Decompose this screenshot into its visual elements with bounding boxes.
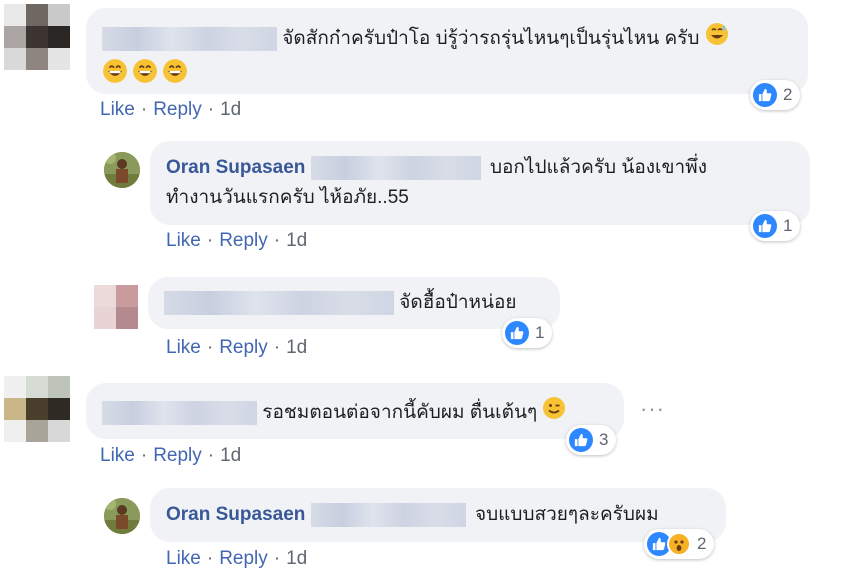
reaction-summary[interactable]: 1 bbox=[750, 211, 801, 241]
wow-icon bbox=[667, 532, 691, 556]
like-link[interactable]: Like bbox=[166, 548, 201, 569]
comment-actions: Like · Reply · 1d bbox=[100, 445, 242, 466]
comment-text: ทำงานวันแรกครับ ไห้อภัย..55 bbox=[166, 187, 409, 208]
avatar[interactable] bbox=[104, 498, 140, 534]
grinning-emoji bbox=[162, 58, 188, 94]
reaction-summary[interactable]: 1 bbox=[502, 318, 553, 348]
comment-bubble: จัดสักก๋าครับป๋าโอ บ่รู้ว่ารถรุ่นไหนๆเป็… bbox=[86, 8, 808, 94]
like-icon bbox=[569, 428, 593, 452]
like-icon bbox=[505, 321, 529, 345]
comment-actions: Like · Reply · 1d bbox=[100, 99, 242, 120]
reply-link[interactable]: Reply bbox=[153, 445, 202, 466]
timestamp[interactable]: 1d bbox=[286, 230, 307, 251]
timestamp[interactable]: 1d bbox=[220, 99, 241, 120]
reply-link[interactable]: Reply bbox=[219, 230, 268, 251]
reaction-summary[interactable]: 2 bbox=[644, 529, 715, 559]
comment-actions: Like · Reply · 1d bbox=[166, 337, 308, 358]
comment-text: บอกไปแล้วครับ น้องเขาพึ่ง bbox=[489, 157, 707, 178]
reaction-count: 2 bbox=[697, 534, 707, 553]
comment-text: รอชมตอนต่อจากนี้คับผม ตื่นเต้นๆ bbox=[262, 402, 538, 424]
like-link[interactable]: Like bbox=[166, 230, 201, 251]
avatar-pixelated[interactable] bbox=[94, 285, 138, 329]
avatar[interactable] bbox=[104, 152, 140, 188]
reply-link[interactable]: Reply bbox=[219, 337, 268, 358]
comment-actions: Like · Reply · 1d bbox=[166, 548, 308, 569]
timestamp[interactable]: 1d bbox=[286, 337, 307, 358]
redacted-name[interactable] bbox=[102, 27, 277, 51]
grinning-emoji bbox=[132, 58, 158, 94]
author-name[interactable]: Oran Supasaen bbox=[166, 157, 305, 178]
comment-text: จัดสักก๋าครับป๋าโอ บ่รู้ว่ารถรุ่นไหนๆเป็… bbox=[282, 28, 700, 50]
like-link[interactable]: Like bbox=[166, 337, 201, 358]
like-icon bbox=[753, 214, 777, 238]
comment-bubble: จัดฮื้อป๋าหน่อย bbox=[148, 277, 560, 329]
comment-bubble: Oran Supasaen จบแบบสวยๆละครับผม bbox=[150, 488, 726, 542]
comment-bubble: Oran Supasaen บอกไปแล้วครับ น้องเขาพึ่ง … bbox=[150, 141, 810, 225]
comment-bubble: รอชมตอนต่อจากนี้คับผม ตื่นเต้นๆ bbox=[86, 383, 624, 439]
reaction-count: 3 bbox=[599, 430, 609, 449]
like-icon bbox=[753, 83, 777, 107]
reaction-count: 1 bbox=[535, 323, 545, 342]
reaction-summary[interactable]: 3 bbox=[566, 425, 617, 455]
redacted-name[interactable] bbox=[102, 401, 257, 425]
redacted-name[interactable] bbox=[310, 502, 466, 527]
avatar-pixelated[interactable] bbox=[4, 376, 70, 442]
timestamp[interactable]: 1d bbox=[286, 548, 307, 569]
reaction-summary[interactable]: 2 bbox=[750, 80, 801, 110]
author-name[interactable]: Oran Supasaen bbox=[166, 504, 305, 525]
like-link[interactable]: Like bbox=[100, 99, 135, 120]
sweat-smile-emoji bbox=[705, 22, 729, 56]
redacted-name[interactable] bbox=[164, 290, 394, 315]
reaction-count: 2 bbox=[783, 85, 793, 104]
comment-actions: Like · Reply · 1d bbox=[166, 230, 308, 251]
comment-text: จบแบบสวยๆละครับผม bbox=[474, 504, 659, 525]
reaction-count: 1 bbox=[783, 216, 793, 235]
timestamp[interactable]: 1d bbox=[220, 445, 241, 466]
avatar-pixelated[interactable] bbox=[4, 4, 70, 70]
reply-link[interactable]: Reply bbox=[153, 99, 202, 120]
wink-emoji bbox=[542, 396, 566, 430]
grinning-emoji bbox=[102, 58, 128, 94]
redacted-name[interactable] bbox=[310, 155, 481, 180]
comment-text: จัดฮื้อป๋าหน่อย bbox=[399, 292, 517, 313]
reply-link[interactable]: Reply bbox=[219, 548, 268, 569]
like-link[interactable]: Like bbox=[100, 445, 135, 466]
more-dots-icon[interactable]: ··· bbox=[640, 396, 665, 422]
